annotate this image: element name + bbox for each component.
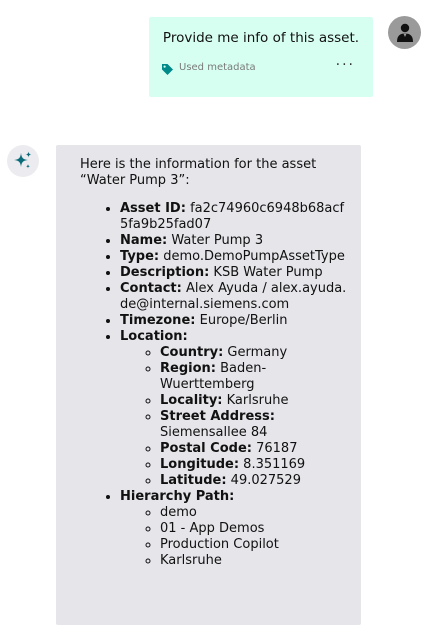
longitude-value: 8.351169	[243, 457, 306, 472]
name-value: Water Pump 3	[171, 233, 264, 248]
tag-icon	[161, 61, 174, 75]
list-item: Description: KSB Water Pump	[120, 265, 350, 281]
list-item: Asset ID: fa2c74960c6948b68acf5fa9b25fad…	[120, 201, 350, 233]
postal-value: 76187	[256, 441, 298, 456]
sparkle-icon	[14, 151, 32, 169]
more-options-button[interactable]: ···	[336, 57, 355, 73]
used-metadata-label: Used metadata	[179, 62, 256, 73]
contact-key: Contact:	[120, 281, 182, 296]
hierarchy-key: Hierarchy Path:	[120, 489, 235, 504]
list-item: Hierarchy Path: demo 01 - App Demos Prod…	[120, 489, 350, 569]
assistant-avatar	[7, 145, 39, 177]
type-key: Type:	[120, 249, 160, 264]
hierarchy-item: demo	[160, 505, 350, 521]
hierarchy-item: Production Copilot	[160, 537, 350, 553]
person-icon	[396, 23, 413, 42]
street-value: Siemensallee 84	[160, 425, 268, 440]
list-item: Country: Germany	[160, 345, 350, 361]
list-item: Timezone: Europe/Berlin	[120, 313, 350, 329]
list-item: Contact: Alex Ayuda / alex.ayuda.de@inte…	[120, 281, 350, 313]
latitude-value: 49.027529	[230, 473, 301, 488]
description-value: KSB Water Pump	[213, 265, 323, 280]
location-list: Country: Germany Region: Baden-Wuerttemb…	[120, 345, 350, 489]
list-item: Latitude: 49.027529	[160, 473, 350, 489]
used-metadata-indicator[interactable]: Used metadata	[161, 61, 256, 75]
user-message-bubble: Provide me info of this asset. Used meta…	[149, 17, 373, 97]
list-item: Locality: Karlsruhe	[160, 393, 350, 409]
list-item: Name: Water Pump 3	[120, 233, 350, 249]
postal-key: Postal Code:	[160, 441, 252, 456]
name-key: Name:	[120, 233, 168, 248]
list-item: Postal Code: 76187	[160, 441, 350, 457]
asset-id-key: Asset ID:	[120, 201, 186, 216]
description-key: Description:	[120, 265, 210, 280]
longitude-key: Longitude:	[160, 457, 240, 472]
asset-info-list: Asset ID: fa2c74960c6948b68acf5fa9b25fad…	[80, 201, 350, 569]
hierarchy-item: 01 - App Demos	[160, 521, 350, 537]
assistant-message-content: Here is the information for the asset “W…	[80, 157, 350, 569]
list-item: Type: demo.DemoPumpAssetType	[120, 249, 350, 265]
location-key: Location:	[120, 329, 188, 344]
locality-value: Karlsruhe	[226, 393, 289, 408]
latitude-key: Latitude:	[160, 473, 227, 488]
list-item: Street Address: Siemensallee 84	[160, 409, 350, 441]
assistant-message-bubble: Here is the information for the asset “W…	[56, 145, 361, 625]
list-item: Location: Country: Germany Region: Baden…	[120, 329, 350, 489]
timezone-key: Timezone:	[120, 313, 196, 328]
list-item: Region: Baden-Wuerttemberg	[160, 361, 350, 393]
region-key: Region:	[160, 361, 216, 376]
type-value: demo.DemoPumpAssetType	[163, 249, 345, 264]
timezone-value: Europe/Berlin	[199, 313, 288, 328]
user-message-text: Provide me info of this asset.	[162, 30, 360, 46]
street-key: Street Address:	[160, 409, 275, 424]
hierarchy-item: Karlsruhe	[160, 553, 350, 569]
list-item: Longitude: 8.351169	[160, 457, 350, 473]
country-key: Country:	[160, 345, 224, 360]
hierarchy-list: demo 01 - App Demos Production Copilot K…	[120, 505, 350, 569]
country-value: Germany	[227, 345, 288, 360]
locality-key: Locality:	[160, 393, 223, 408]
user-avatar	[388, 16, 421, 49]
assistant-intro-text: Here is the information for the asset “W…	[80, 157, 317, 188]
